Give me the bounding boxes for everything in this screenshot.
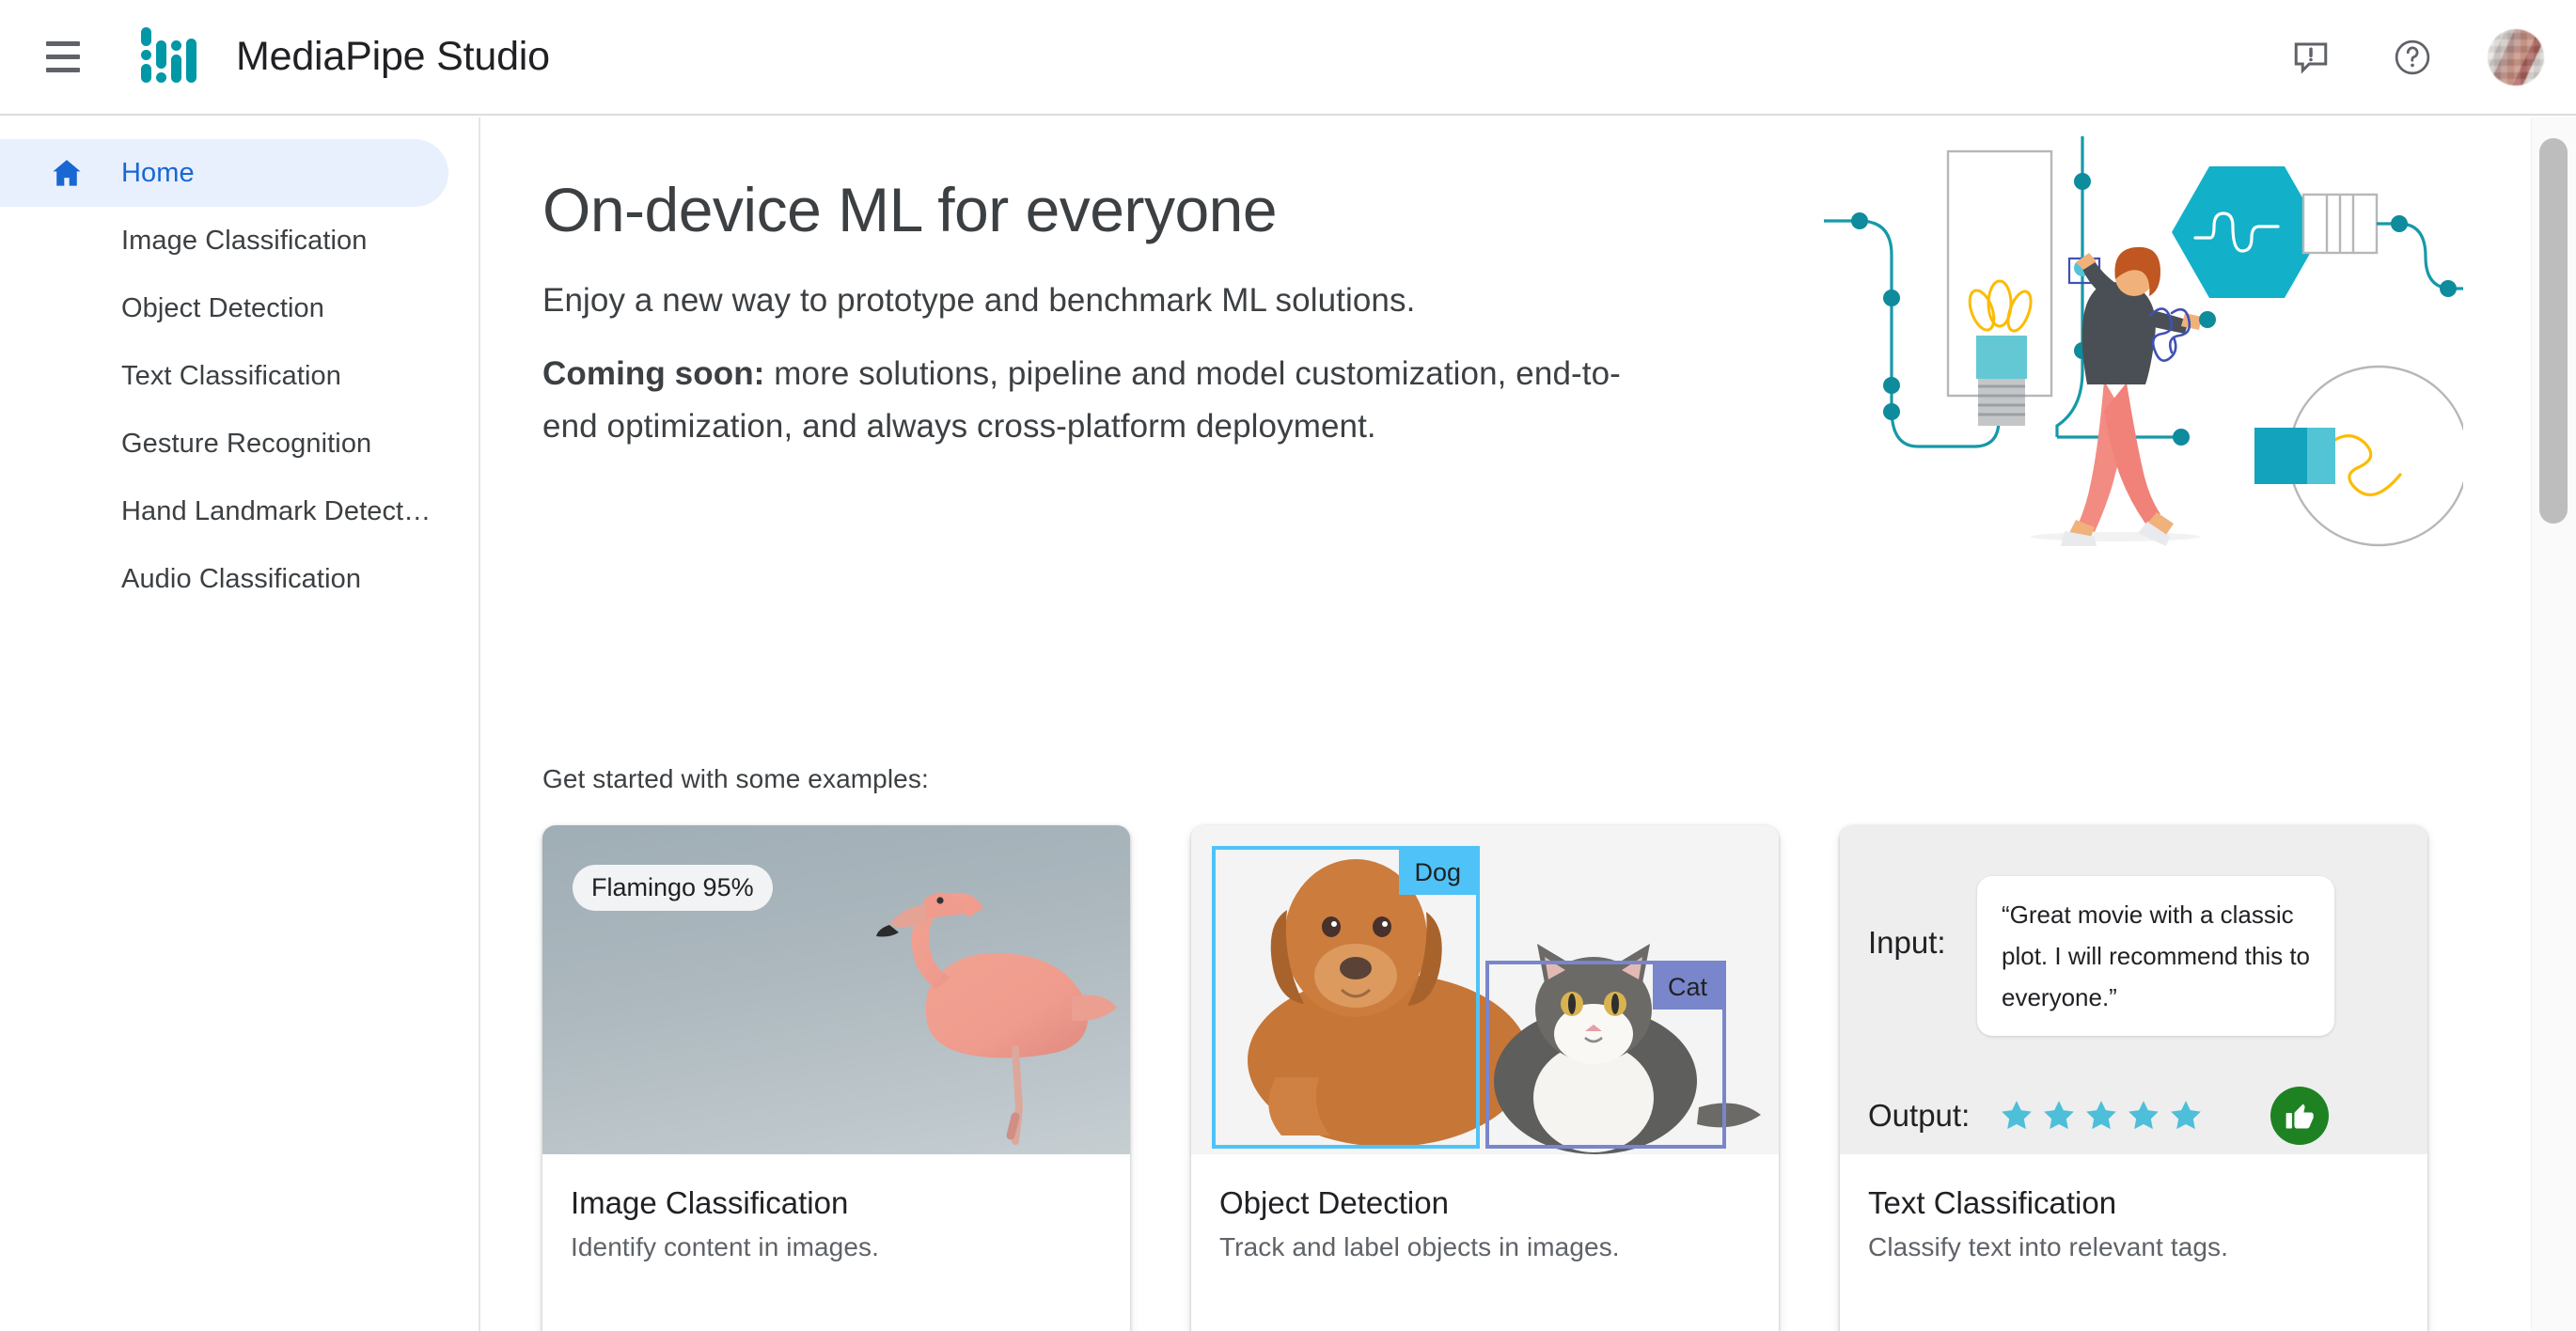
star-icon [2128, 1101, 2159, 1130]
card-description: Classify text into relevant tags. [1868, 1232, 2229, 1261]
sidebar-item-label: Hand Landmark Detect… [121, 495, 432, 526]
examples-label: Get started with some examples: [542, 764, 929, 793]
card-title: Text Classification [1868, 1185, 2117, 1220]
star-icon [2002, 1101, 2032, 1130]
sidebar-item-label: Text Classification [121, 360, 341, 391]
hero-subtitle: Enjoy a new way to prototype and benchma… [542, 282, 1416, 319]
card-title: Image Classification [571, 1185, 849, 1220]
bounding-box-cat: Cat [1485, 961, 1726, 1149]
help-circle-icon[interactable] [2386, 31, 2439, 84]
card-image-classification[interactable]: Flamingo 95% Image Classification Identi… [542, 825, 1130, 1331]
logo-dot-e [171, 39, 181, 51]
input-bubble: “Great movie with a classic plot. I will… [1977, 876, 2334, 1036]
logo-col-3 [171, 39, 181, 83]
sidebar-item-audio-classification[interactable]: Audio Classification [0, 545, 479, 613]
main-content: On-device ML for everyone Enjoy a new wa… [482, 117, 2531, 1331]
hamburger-menu-icon[interactable] [36, 30, 90, 85]
sidebar-item-object-detection[interactable]: Object Detection [0, 274, 479, 342]
mediapipe-logo-icon[interactable] [141, 26, 196, 83]
sentiment-demo: Input: “Great movie with a classic plot.… [1840, 825, 2427, 1154]
sidebar-item-text-classification[interactable]: Text Classification [0, 342, 479, 410]
logo-dot-d [156, 71, 166, 83]
logo-dot-a [141, 26, 151, 46]
card-body: Object Detection Track and label objects… [1191, 1154, 1779, 1331]
star-icon [2044, 1101, 2074, 1130]
flamingo-illustration [876, 892, 1117, 1145]
ml-pipeline-person-illustration [1805, 127, 2470, 550]
logo-bar-b [171, 54, 181, 83]
scrollbar-thumb[interactable] [2539, 138, 2568, 524]
home-icon [49, 155, 92, 191]
sidebar-item-hand-landmark-detection[interactable]: Hand Landmark Detect… [0, 478, 479, 545]
sidebar-item-label: Object Detection [121, 292, 324, 323]
sidebar-item-gesture-recognition[interactable]: Gesture Recognition [0, 410, 479, 478]
sidebar-item-label: Home [121, 157, 195, 188]
bbox-label-cat: Cat [1652, 964, 1722, 1010]
input-row: Input: “Great movie with a classic plot.… [1840, 876, 2427, 1036]
card-title: Object Detection [1219, 1185, 1449, 1220]
card-object-detection[interactable]: Dog Cat Object Detection Track and label… [1191, 825, 1779, 1331]
logo-col-2 [156, 39, 166, 83]
header-actions [2285, 28, 2544, 86]
scrollbar-track[interactable] [2531, 117, 2576, 1331]
card-description: Track and label objects in images. [1219, 1232, 1620, 1261]
menu-bar-1 [46, 41, 80, 46]
menu-bar-3 [46, 68, 80, 72]
logo-dot-b [141, 49, 151, 60]
hero-section: On-device ML for everyone Enjoy a new wa… [482, 117, 2531, 672]
card-text-classification[interactable]: Input: “Great movie with a classic plot.… [1840, 825, 2427, 1331]
sidebar: Home Image Classification Object Detecti… [0, 117, 480, 1331]
flamingo-photo: Flamingo 95% [542, 825, 1130, 1154]
star-icon [2086, 1101, 2116, 1130]
bbox-label-dog: Dog [1399, 850, 1476, 895]
app-title: MediaPipe Studio [236, 34, 550, 79]
logo-col-1 [141, 26, 151, 83]
card-body: Text Classification Classify text into r… [1840, 1154, 2427, 1331]
sidebar-item-home[interactable]: Home [0, 139, 448, 207]
star-icon [2171, 1101, 2201, 1130]
logo-bar-c [186, 38, 196, 83]
hero-paragraph: Coming soon: more solutions, pipeline an… [542, 348, 1647, 453]
app-header: MediaPipe Studio [0, 0, 2576, 116]
classification-chip: Flamingo 95% [573, 865, 773, 911]
sidebar-item-image-classification[interactable]: Image Classification [0, 207, 479, 274]
sidebar-item-label: Audio Classification [121, 563, 362, 594]
page-title: On-device ML for everyone [542, 175, 1278, 244]
sidebar-item-label: Gesture Recognition [121, 428, 372, 459]
logo-bar-a [156, 39, 166, 69]
avatar[interactable] [2488, 28, 2544, 86]
person-figure [2031, 246, 2216, 546]
sidebar-item-label: Image Classification [121, 225, 368, 256]
bounding-box-dog: Dog [1212, 846, 1480, 1149]
card-body: Image Classification Identify content in… [542, 1154, 1130, 1331]
output-row: Output: [1840, 1087, 2427, 1145]
logo-dot-c [141, 63, 151, 83]
thumbs-up-icon [2270, 1087, 2329, 1145]
logo-col-4 [186, 38, 196, 83]
output-label: Output: [1868, 1098, 1971, 1133]
card-description: Identify content in images. [571, 1232, 879, 1261]
input-label: Input: [1868, 925, 1946, 960]
star-rating [1998, 1097, 2205, 1135]
example-cards: Flamingo 95% Image Classification Identi… [542, 825, 2427, 1331]
feedback-icon[interactable] [2285, 31, 2337, 84]
menu-bar-2 [46, 55, 80, 59]
dog-cat-photo: Dog Cat [1191, 825, 1779, 1154]
coming-soon-label: Coming soon: [542, 355, 765, 392]
